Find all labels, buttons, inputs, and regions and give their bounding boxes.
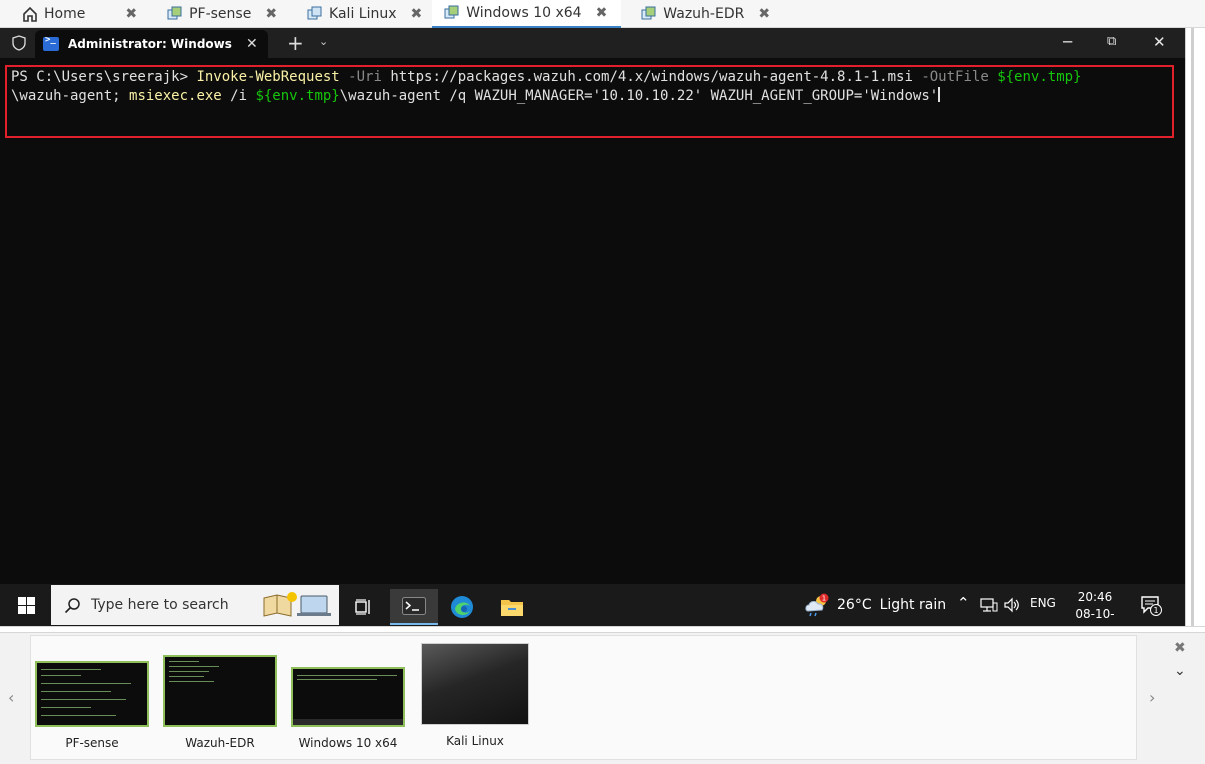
- home-icon: [23, 6, 37, 22]
- close-strip-icon[interactable]: ✖: [1174, 640, 1186, 656]
- close-icon[interactable]: ✖: [411, 6, 423, 22]
- taskbar-edge-button[interactable]: [438, 589, 486, 625]
- close-window-button[interactable]: ✕: [1153, 33, 1166, 51]
- thumbnail-container: PF-sense Wazuh-EDR Windows 10 x64 Kali L…: [30, 635, 1137, 760]
- thumbnail-image: [291, 667, 405, 727]
- vm-tab-label: Home: [44, 6, 86, 22]
- svg-text:1: 1: [822, 595, 826, 603]
- taskbar-file-explorer-button[interactable]: [488, 589, 536, 625]
- thumbnail-pf-sense[interactable]: PF-sense: [35, 661, 149, 750]
- terminal-tab[interactable]: Administrator: Windows PowerShell ✕: [35, 30, 268, 58]
- network-icon[interactable]: [980, 597, 998, 613]
- vm-icon: [167, 6, 182, 20]
- close-icon[interactable]: ✕: [246, 36, 258, 52]
- thumbnail-image: [35, 661, 149, 727]
- vm-tab-windows-10[interactable]: Windows 10 x64 ✖: [432, 0, 622, 28]
- close-icon[interactable]: ✖: [758, 6, 770, 22]
- shield-icon: [12, 35, 26, 51]
- search-icon: [64, 597, 80, 613]
- vm-tab-kali-linux[interactable]: Kali Linux ✖: [287, 0, 432, 28]
- edge-browser-icon: [451, 596, 473, 618]
- task-view-icon: [355, 599, 370, 615]
- close-icon[interactable]: ✖: [596, 5, 608, 21]
- clock-time: 20:46: [1077, 590, 1113, 604]
- vm-tab-label: Wazuh-EDR: [663, 6, 745, 22]
- right-scroll-gutter: [1185, 28, 1205, 628]
- maximize-button[interactable]: ⧉: [1107, 34, 1116, 49]
- chevron-right-icon[interactable]: ›: [1149, 688, 1155, 707]
- thumbnail-label: Kali Linux: [446, 734, 504, 748]
- vm-tab-home[interactable]: Home ✖: [0, 0, 147, 28]
- vm-icon: [444, 5, 459, 19]
- language-indicator[interactable]: ENG: [1030, 596, 1056, 610]
- terminal-icon: [402, 597, 426, 615]
- vm-tab-wazuh-edr[interactable]: Wazuh-EDR ✖: [621, 0, 780, 28]
- new-tab-button[interactable]: +: [287, 31, 304, 55]
- chevron-down-icon[interactable]: ⌄: [319, 35, 328, 48]
- minimize-button[interactable]: ─: [1063, 33, 1072, 51]
- thumbnail-label: Wazuh-EDR: [185, 736, 255, 750]
- gutter-rail: [1191, 28, 1194, 628]
- guest-screen[interactable]: Administrator: Windows PowerShell ✕ + ⌄ …: [0, 28, 1185, 638]
- volume-icon[interactable]: [1003, 597, 1021, 613]
- vm-tab-label: Kali Linux: [329, 6, 397, 22]
- thumbnail-label: PF-sense: [65, 736, 119, 750]
- windows-taskbar: Type here to search 1 26°C Light rain ⌃ …: [0, 584, 1185, 638]
- highlight-annotation: [5, 65, 1174, 138]
- thumbnail-image: [163, 655, 277, 727]
- thumbnail-label: Windows 10 x64: [298, 736, 398, 750]
- vm-thumbnail-strip: ‹ PF-sense Wazuh-EDR Windows 10 x64 Kali…: [0, 632, 1205, 764]
- windows-start-icon[interactable]: [18, 597, 35, 614]
- vm-icon: [641, 6, 656, 20]
- powershell-icon: [43, 35, 59, 51]
- terminal-title-bar: Administrator: Windows PowerShell ✕ + ⌄ …: [0, 28, 1185, 58]
- collapse-strip-icon[interactable]: ⌄: [1174, 663, 1186, 679]
- notification-icon[interactable]: 1: [1140, 594, 1162, 616]
- vm-tab-label: Windows 10 x64: [466, 5, 582, 21]
- weather-description: Light rain: [879, 597, 947, 613]
- weather-widget[interactable]: 1 26°C Light rain: [804, 593, 946, 617]
- search-placeholder: Type here to search: [91, 597, 229, 613]
- search-highlight-illustration: [263, 592, 331, 617]
- weather-cloud-rain-icon: 1: [805, 593, 829, 617]
- chevron-up-icon[interactable]: ⌃: [957, 594, 970, 612]
- thumbnail-wazuh-edr[interactable]: Wazuh-EDR: [163, 655, 277, 750]
- terminal-tab-title: Administrator: Windows PowerShell: [68, 37, 236, 51]
- chevron-left-icon[interactable]: ‹: [8, 688, 14, 707]
- close-icon[interactable]: ✖: [125, 6, 137, 22]
- taskbar-search-box[interactable]: Type here to search: [51, 585, 339, 625]
- folder-icon: [501, 600, 523, 616]
- vm-tab-pf-sense[interactable]: PF-sense ✖: [147, 0, 287, 28]
- weather-temperature: 26°C: [837, 597, 872, 613]
- thumbnail-image: [421, 643, 529, 725]
- vm-icon: [307, 6, 322, 20]
- close-icon[interactable]: ✖: [265, 6, 277, 22]
- task-view-button[interactable]: [340, 589, 388, 625]
- thumbnail-windows-10[interactable]: Windows 10 x64: [291, 667, 405, 750]
- vm-tab-label: PF-sense: [189, 6, 252, 22]
- thumbnail-kali-linux[interactable]: Kali Linux: [421, 643, 529, 748]
- taskbar-terminal-button[interactable]: [390, 589, 438, 625]
- vm-tab-bar: Home ✖ PF-sense ✖ Kali Linux ✖ Windows 1…: [0, 0, 1205, 28]
- notification-count: 1: [1153, 606, 1158, 615]
